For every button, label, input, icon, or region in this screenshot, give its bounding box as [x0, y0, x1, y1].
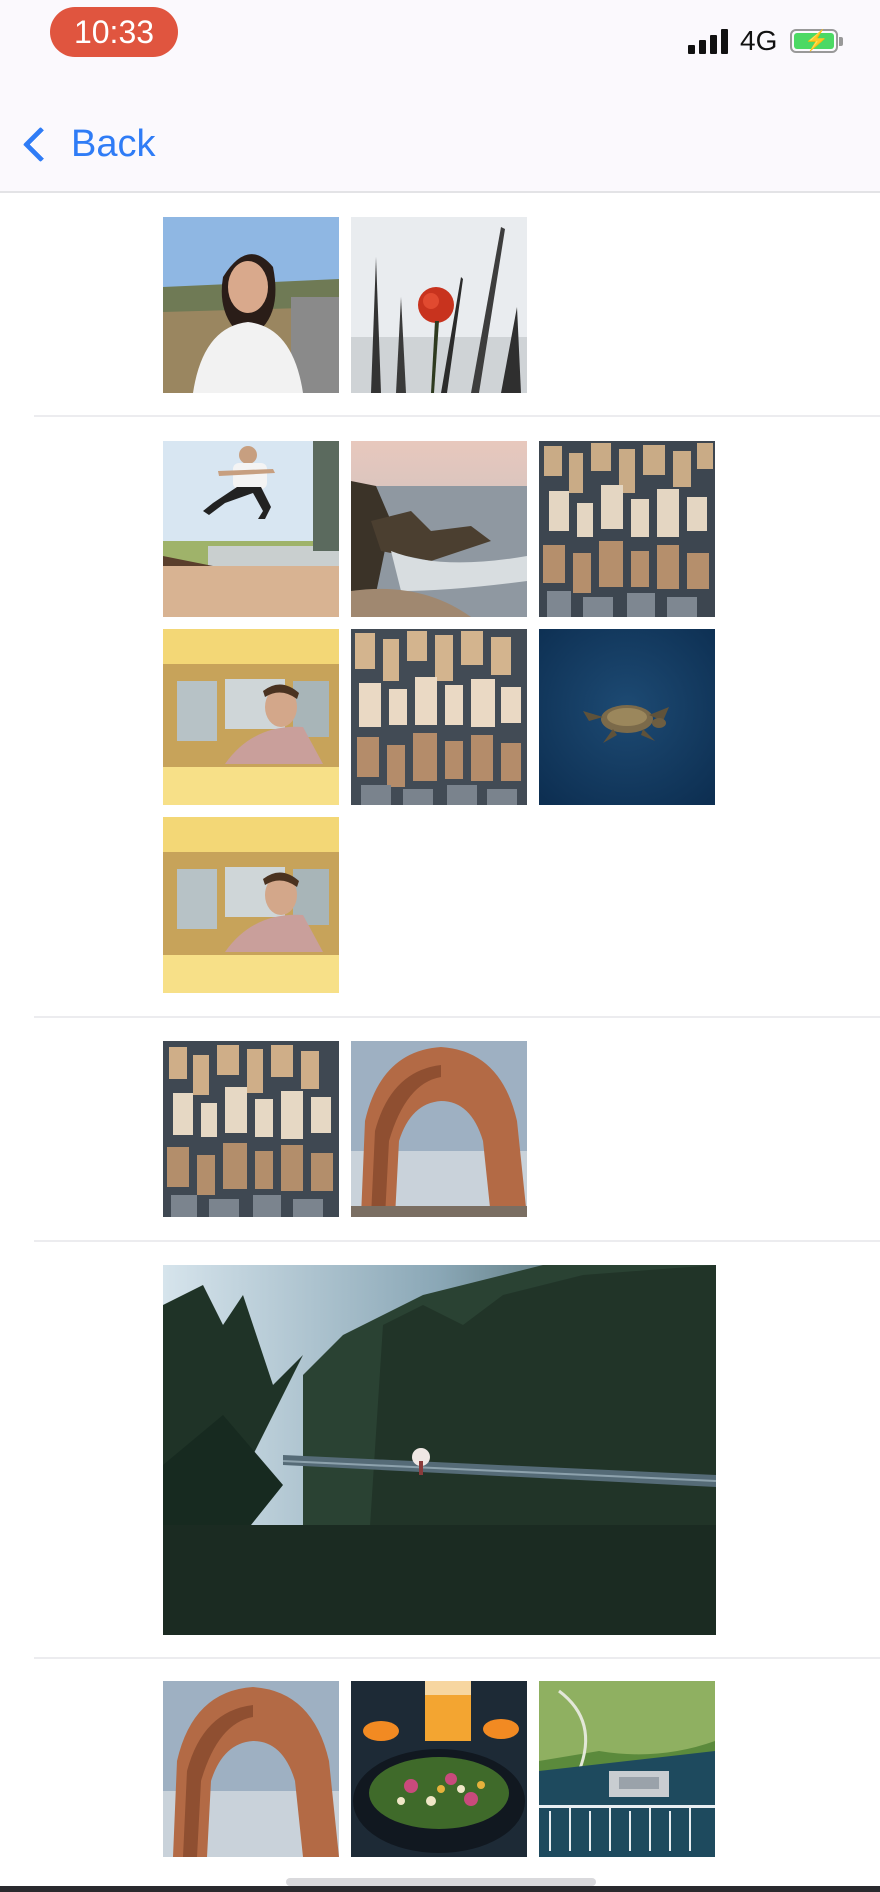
- back-label: Back: [71, 122, 156, 165]
- photo-city-aerial[interactable]: [539, 441, 715, 617]
- back-button[interactable]: Back: [18, 118, 155, 170]
- network-type: 4G: [740, 25, 778, 56]
- chevron-left-icon: [22, 126, 59, 162]
- photo-rock-arch[interactable]: [163, 1681, 339, 1857]
- photo-man-in-car[interactable]: [163, 817, 339, 993]
- navigation-bar: Back: [0, 80, 880, 193]
- home-indicator-bar[interactable]: [286, 1878, 596, 1886]
- cellular-signal-icon: [688, 28, 730, 54]
- status-bar: 10:33 4G ⚡: [0, 0, 880, 80]
- photo-sea-turtle[interactable]: [539, 629, 715, 805]
- section-divider: [34, 415, 880, 417]
- photo-coastal-cove[interactable]: [351, 441, 527, 617]
- photo-marina-aerial[interactable]: [539, 1681, 715, 1857]
- home-indicator: [0, 1878, 880, 1892]
- section-divider: [34, 1657, 880, 1659]
- section-divider: [34, 1016, 880, 1018]
- status-time: 10:33: [50, 7, 178, 57]
- photo-rock-arch[interactable]: [351, 1041, 527, 1217]
- photo-skateboarder[interactable]: [163, 441, 339, 617]
- photo-man-in-car[interactable]: [163, 629, 339, 805]
- photo-salad-bowl[interactable]: [351, 1681, 527, 1857]
- photo-forest-bridge[interactable]: [163, 1265, 716, 1635]
- photo-city-aerial[interactable]: [351, 629, 527, 805]
- photo-woman-portrait[interactable]: [163, 217, 339, 393]
- section-divider: [34, 1240, 880, 1242]
- photo-red-poppy[interactable]: [351, 217, 527, 393]
- battery-charging-icon: ⚡: [790, 29, 843, 55]
- photo-city-aerial[interactable]: [163, 1041, 339, 1217]
